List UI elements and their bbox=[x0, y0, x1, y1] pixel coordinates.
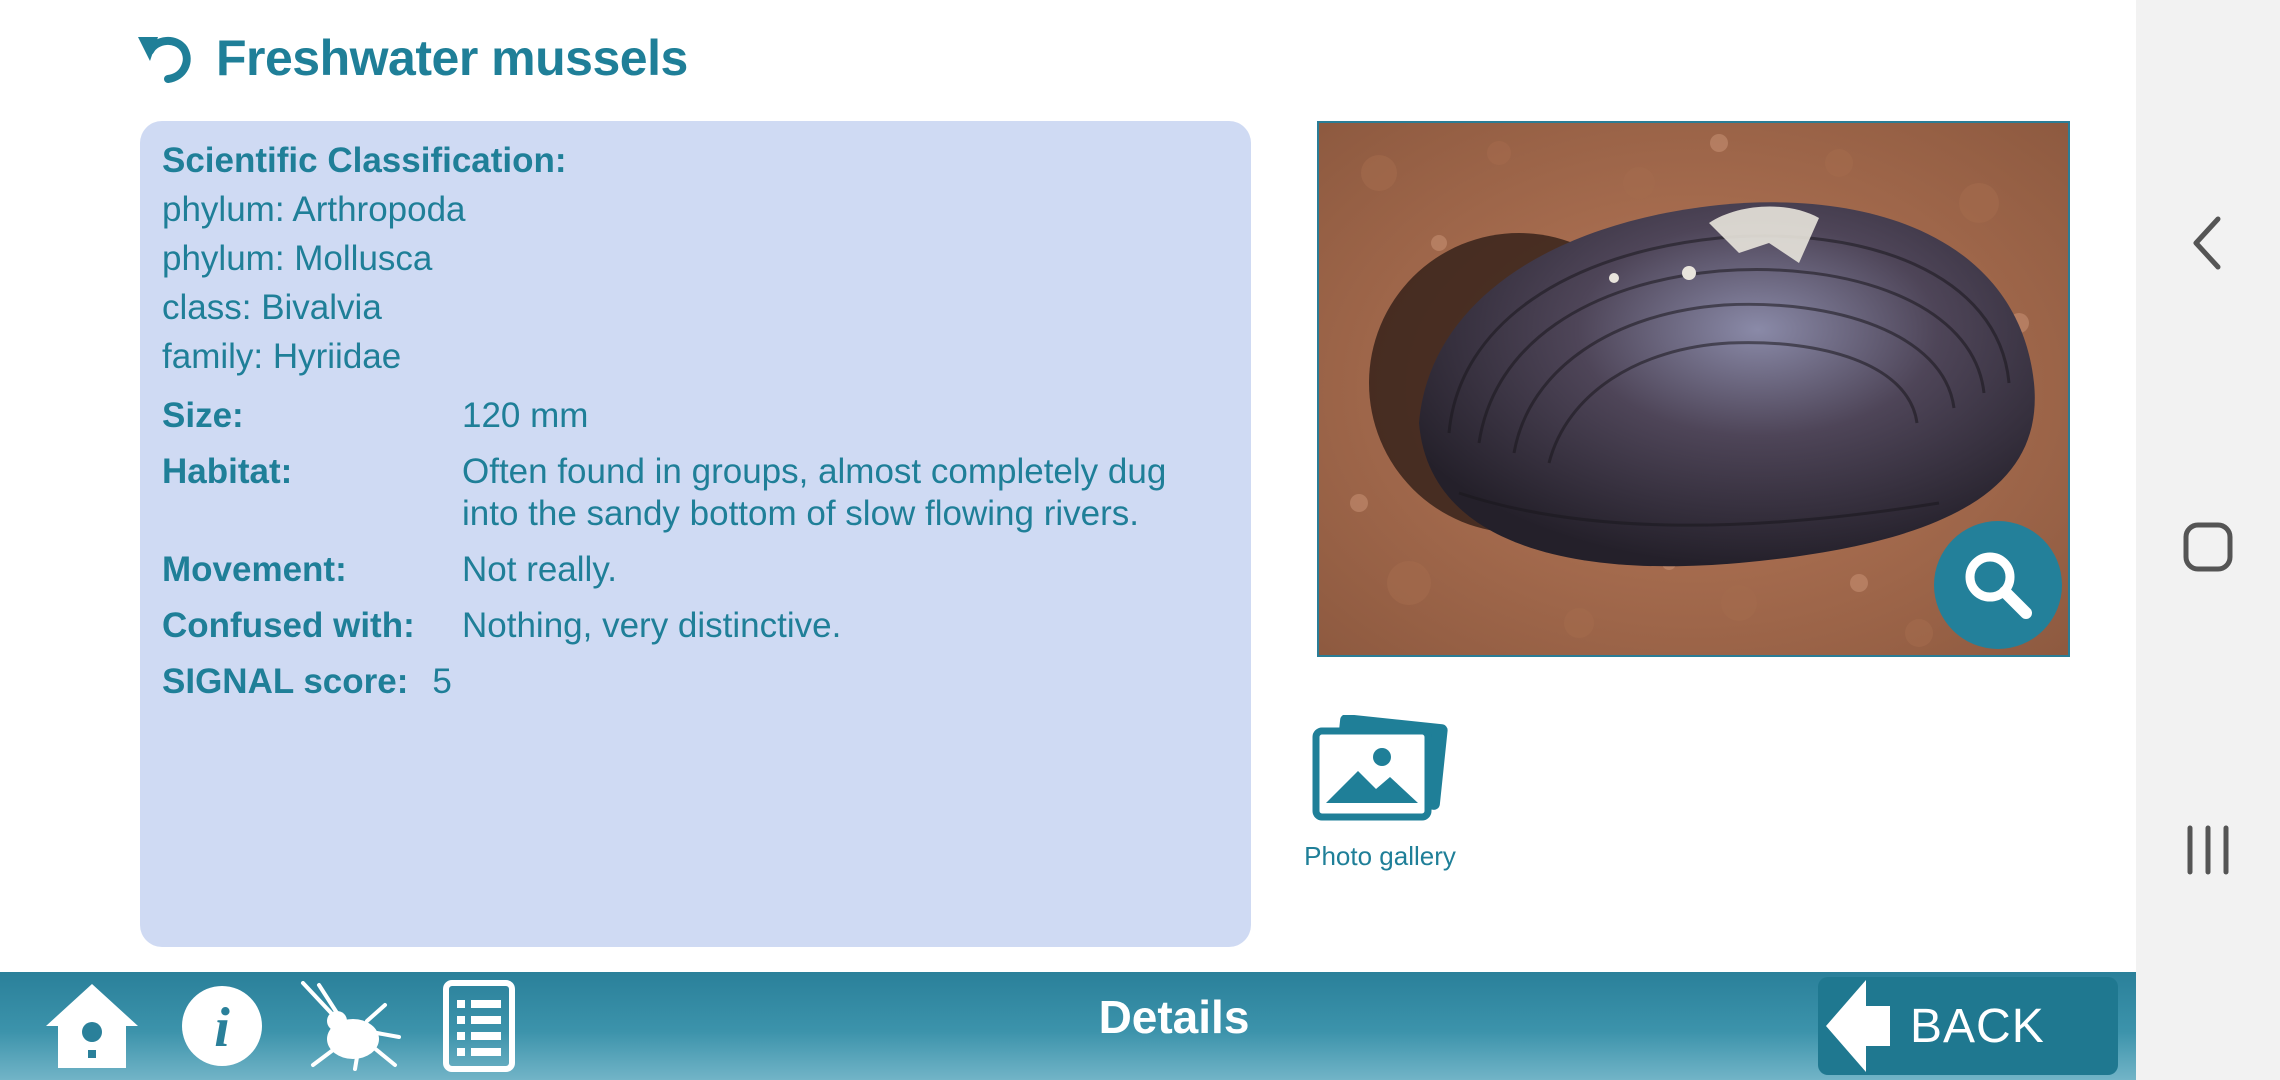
zoom-button[interactable] bbox=[1934, 521, 2062, 649]
habitat-row: Habitat: Often found in groups, almost c… bbox=[162, 451, 1229, 535]
home-square-icon bbox=[2183, 522, 2233, 572]
confused-label: Confused with: bbox=[162, 606, 415, 645]
magnifier-icon bbox=[1965, 552, 2032, 619]
recents-icon bbox=[2187, 825, 2229, 875]
checklist-button[interactable] bbox=[440, 980, 518, 1072]
species-photo[interactable] bbox=[1317, 121, 2070, 657]
movement-row: Movement: Not really. bbox=[162, 549, 1229, 591]
signal-value: 5 bbox=[432, 662, 452, 701]
page-title: Freshwater mussels bbox=[216, 30, 688, 86]
back-button[interactable]: BACK bbox=[1818, 977, 2118, 1075]
chevron-left-icon bbox=[2193, 216, 2221, 270]
size-value: 120 mm bbox=[462, 396, 589, 435]
photo-gallery-icon bbox=[1312, 715, 1448, 821]
system-back-button[interactable] bbox=[2136, 198, 2280, 288]
header: Freshwater mussels bbox=[134, 28, 688, 88]
birdhouse-icon bbox=[46, 984, 138, 1068]
classification-title: Scientific Classification: bbox=[162, 141, 567, 180]
habitat-label: Habitat: bbox=[162, 452, 293, 491]
movement-label: Movement: bbox=[162, 550, 347, 589]
size-label: Size: bbox=[162, 396, 244, 435]
toolbar-title: Details bbox=[1098, 991, 1250, 1043]
undo-icon bbox=[138, 37, 191, 83]
bottom-toolbar: i Details BACK bbox=[0, 972, 2136, 1080]
details-screen: Freshwater mussels Scientific Classifica… bbox=[0, 0, 2136, 972]
info-button[interactable]: i bbox=[178, 982, 266, 1070]
svg-text:i: i bbox=[214, 997, 230, 1059]
home-button[interactable] bbox=[42, 982, 142, 1070]
confused-row: Confused with: Nothing, very distinctive… bbox=[162, 605, 1229, 647]
back-label: BACK bbox=[1910, 999, 2045, 1053]
classification-line: family: Hyriidae bbox=[162, 337, 402, 376]
system-navigation-bar bbox=[2136, 0, 2280, 1080]
species-button[interactable] bbox=[295, 981, 403, 1071]
photo-gallery-label: Photo gallery bbox=[1304, 841, 1456, 871]
habitat-value: Often found in groups, almost completely… bbox=[462, 452, 1167, 533]
info-card: Scientific Classification: phylum: Arthr… bbox=[140, 121, 1251, 947]
signal-label: SIGNAL score: bbox=[162, 662, 409, 701]
undo-button[interactable] bbox=[134, 28, 196, 88]
movement-value: Not really. bbox=[462, 550, 617, 589]
info-icon: i bbox=[182, 986, 262, 1066]
classification-line: phylum: Arthropoda bbox=[162, 190, 466, 229]
confused-value: Nothing, very distinctive. bbox=[462, 606, 842, 645]
system-home-button[interactable] bbox=[2136, 502, 2280, 592]
photo-gallery-button[interactable]: Photo gallery bbox=[1300, 715, 1460, 872]
classification-line: class: Bivalvia bbox=[162, 288, 382, 327]
classification-line: phylum: Mollusca bbox=[162, 239, 433, 278]
checklist-icon bbox=[443, 980, 515, 1072]
arrow-left-icon bbox=[1826, 980, 1890, 1072]
signal-row: SIGNAL score: 5 bbox=[162, 661, 1229, 703]
water-bug-icon bbox=[301, 981, 401, 1071]
system-recents-button[interactable] bbox=[2136, 805, 2280, 895]
size-row: Size: 120 mm bbox=[162, 395, 1229, 437]
